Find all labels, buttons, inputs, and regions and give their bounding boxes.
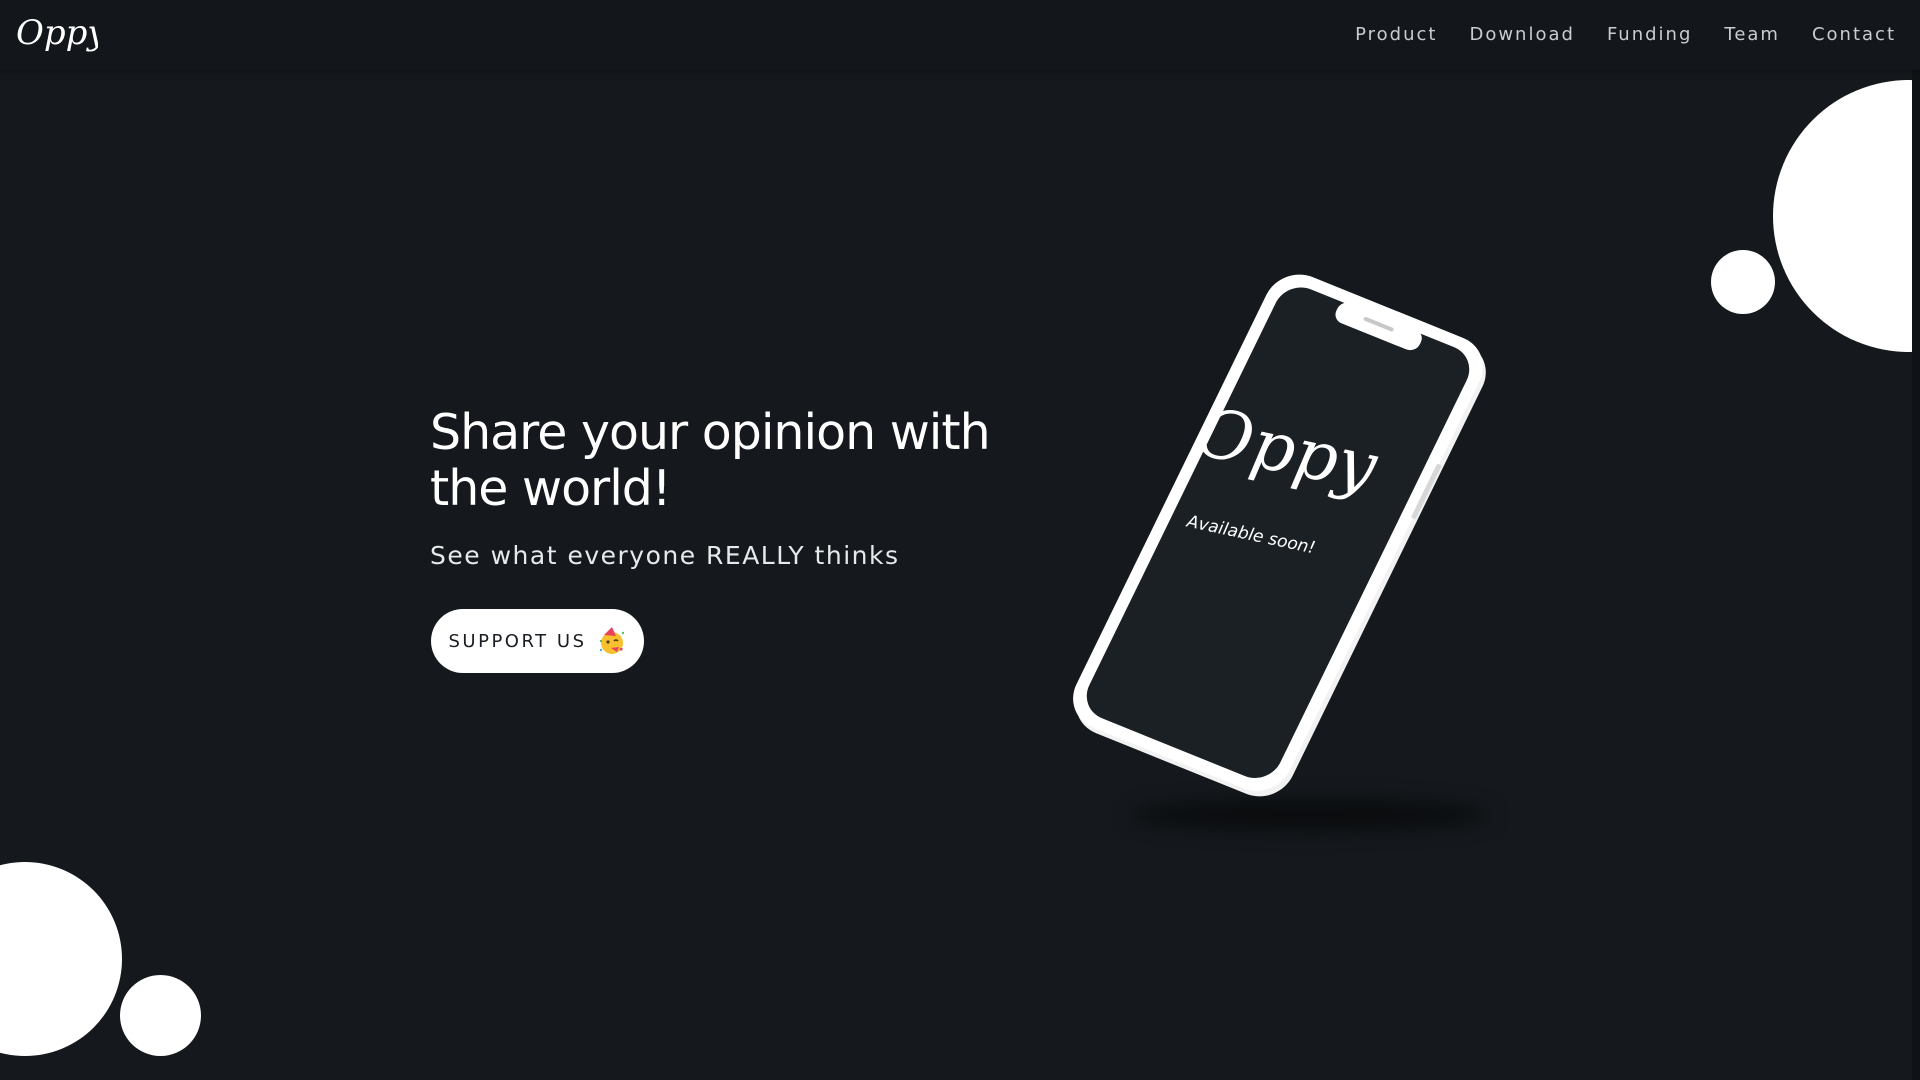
nav-link-contact[interactable]: Contact	[1812, 24, 1896, 45]
decorative-circle-small-bottom-left	[120, 975, 201, 1056]
navbar: Oppy Product Download Funding Team Conta…	[0, 0, 1920, 70]
support-us-button[interactable]: SUPPORT US	[431, 609, 644, 673]
nav-link-product[interactable]: Product	[1355, 24, 1437, 45]
decorative-circle-large-top-right	[1773, 80, 1920, 352]
oppy-logo[interactable]: Oppy	[14, 8, 98, 58]
support-us-label: SUPPORT US	[448, 630, 587, 652]
right-edge-strip	[1912, 70, 1920, 1080]
nav-links: Product Download Funding Team Contact	[1323, 0, 1896, 68]
nav-link-funding[interactable]: Funding	[1607, 24, 1692, 45]
phone-mockup: Oppy Available soon!	[1073, 274, 1486, 797]
landing-page: Oppy Product Download Funding Team Conta…	[0, 0, 1920, 1080]
nav-link-team[interactable]: Team	[1724, 24, 1780, 45]
hero-title: Share your opinion with the world!	[430, 404, 991, 517]
svg-text:Oppy: Oppy	[16, 13, 98, 53]
decorative-circle-large-bottom-left	[0, 862, 122, 1056]
hero-subtitle: See what everyone REALLY thinks	[430, 541, 900, 570]
hero-section: Share your opinion with the world! See w…	[430, 404, 1050, 571]
party-face-icon	[599, 627, 624, 654]
decorative-circle-small-top-right	[1711, 250, 1775, 314]
nav-link-download[interactable]: Download	[1469, 24, 1574, 45]
